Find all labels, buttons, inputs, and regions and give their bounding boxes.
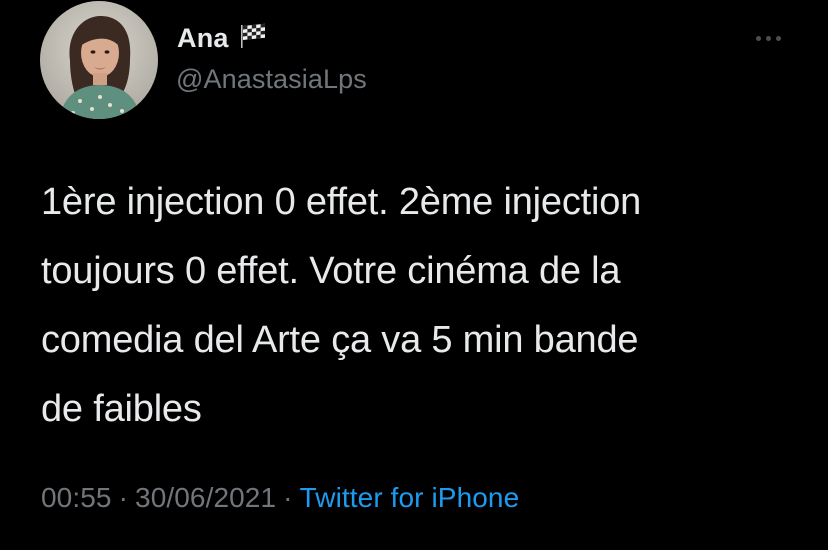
tweet-card: Ana @AnastasiaLps 1ère injection 0 effet… <box>0 0 828 550</box>
separator: · <box>118 482 129 513</box>
separator: · <box>283 482 293 513</box>
author-handle[interactable]: @AnastasiaLps <box>176 64 367 95</box>
more-dot <box>765 35 771 41</box>
tweet-text: 1ère injection 0 effet. 2ème injection t… <box>41 181 642 430</box>
more-dot <box>775 35 781 41</box>
avatar[interactable] <box>40 1 158 119</box>
more-dot <box>755 35 761 41</box>
chequered-flag-icon <box>238 23 268 49</box>
avatar-image <box>40 1 158 119</box>
author-name-row[interactable]: Ana <box>177 20 268 56</box>
more-options-icon[interactable] <box>748 28 788 48</box>
author-display-name[interactable]: Ana <box>177 23 229 54</box>
tweet-metadata: 00:55 · 30/06/2021 · Twitter for iPhone <box>41 482 519 514</box>
tweet-date[interactable]: 30/06/2021 <box>135 482 276 514</box>
tweet-source-link[interactable]: Twitter for iPhone <box>300 482 520 514</box>
tweet-time[interactable]: 00:55 <box>41 482 112 514</box>
